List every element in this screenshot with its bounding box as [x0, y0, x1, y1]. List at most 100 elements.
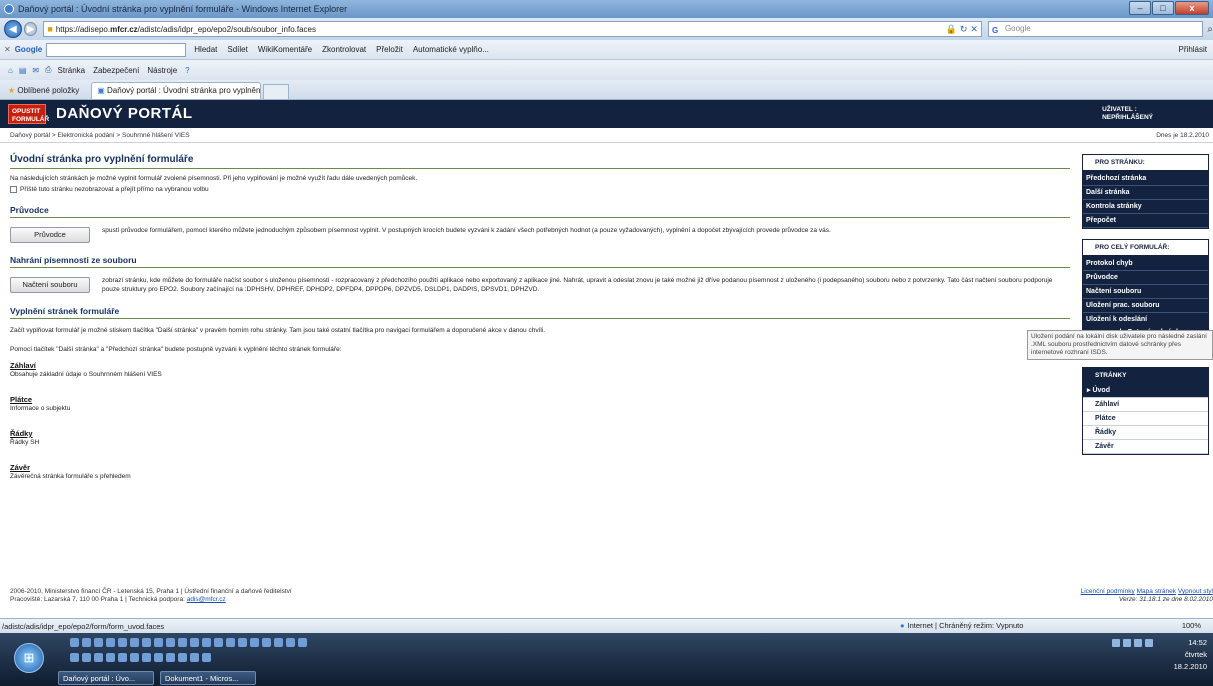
app-icon[interactable]	[130, 653, 139, 662]
app-icon[interactable]	[142, 653, 151, 662]
load-file-button[interactable]: Načtení souboru	[10, 277, 90, 293]
app-icon[interactable]	[178, 653, 187, 662]
guide-button[interactable]: Průvodce	[10, 227, 90, 243]
minimize-button[interactable]: –	[1129, 1, 1151, 15]
menu-tools[interactable]: Nástroje	[147, 66, 177, 75]
app-icon[interactable]	[82, 638, 91, 647]
tray-icon[interactable]	[1112, 639, 1120, 647]
app-icon[interactable]	[106, 653, 115, 662]
app-icon[interactable]	[70, 653, 79, 662]
app-icon[interactable]	[250, 638, 259, 647]
home-icon[interactable]: ⌂	[8, 66, 13, 75]
sidebar-guide-button[interactable]: Průvodce	[1083, 271, 1208, 285]
app-icon[interactable]	[166, 653, 175, 662]
search-input[interactable]: G Google	[987, 21, 1204, 37]
app-icon[interactable]	[94, 653, 103, 662]
breadcrumb[interactable]: Daňový portál > Elektronická podání > So…	[10, 132, 190, 139]
section-link-header[interactable]: Záhlaví	[10, 361, 1070, 370]
exit-form-button[interactable]: OPUSTIT FORMULÁŘ	[8, 104, 49, 124]
help-icon[interactable]: ?	[185, 66, 189, 75]
forward-button[interactable]: ▶	[23, 22, 38, 36]
google-search-input[interactable]	[46, 42, 187, 57]
app-icon[interactable]	[154, 638, 163, 647]
app-icon[interactable]	[82, 653, 91, 662]
lock-icon[interactable]: 🔒	[946, 24, 957, 35]
app-icon[interactable]	[262, 638, 271, 647]
taskbar-ie-window[interactable]: Daňový portál : Úvo...	[58, 671, 154, 685]
app-icon[interactable]	[118, 638, 127, 647]
mail-icon[interactable]: ✉	[32, 66, 39, 75]
menu-page[interactable]: Stránka	[58, 66, 86, 75]
browser-tab[interactable]: ▣ Daňový portál : Úvodní stránka pro vyp…	[91, 82, 262, 99]
tray-icon[interactable]	[1145, 639, 1153, 647]
app-icon[interactable]	[238, 638, 247, 647]
next-page-button[interactable]: Další stránka	[1083, 186, 1208, 200]
disable-style-link[interactable]: Vypnout styl	[1178, 588, 1213, 595]
menu-security[interactable]: Zabezpečení	[93, 66, 139, 75]
toolbar-translate[interactable]: Přeložit	[376, 45, 403, 54]
page-nav-conclusion[interactable]: Závěr	[1083, 440, 1208, 454]
section-link-rows[interactable]: Řádky	[10, 429, 1070, 438]
toolbar-share[interactable]: Sdílet	[227, 45, 247, 54]
start-button[interactable]: ⊞	[14, 643, 44, 673]
app-icon[interactable]	[202, 638, 211, 647]
toolbar-search[interactable]: Hledat	[194, 45, 217, 54]
favorites-button[interactable]: ★ Oblíbené položky	[8, 86, 79, 95]
sidebar-load-file-button[interactable]: Načtení souboru	[1083, 285, 1208, 299]
print-icon[interactable]: ⎙	[45, 65, 51, 75]
tray-icon[interactable]	[1123, 639, 1131, 647]
save-for-sending-button[interactable]: Uložení k odeslání	[1083, 313, 1208, 326]
section-link-payer[interactable]: Plátce	[10, 395, 1070, 404]
check-page-button[interactable]: Kontrola stránky	[1083, 200, 1208, 214]
page-nav-intro[interactable]: ▸ Úvod	[1083, 383, 1208, 398]
app-icon[interactable]	[286, 638, 295, 647]
app-icon[interactable]	[166, 638, 175, 647]
skip-checkbox[interactable]	[10, 186, 17, 193]
security-zone[interactable]: ● Internet | Chráněný režim: Vypnuto	[900, 621, 1023, 630]
address-bar[interactable]: ■ https://adisepo. mfcr.cz/adistc/adis/id…	[43, 21, 982, 37]
section-link-conclusion[interactable]: Závěr	[10, 463, 1070, 472]
zoom-level[interactable]: 100%	[1182, 621, 1201, 630]
error-log-button[interactable]: Protokol chyb	[1083, 257, 1208, 271]
save-work-file-button[interactable]: Uložení prac. souboru	[1083, 299, 1208, 313]
support-email-link[interactable]: adis@mfcr.cz	[187, 596, 226, 603]
page-nav-header[interactable]: Záhlaví	[1083, 398, 1208, 412]
app-icon[interactable]	[70, 638, 79, 647]
recalc-button[interactable]: Přepočet	[1083, 214, 1208, 228]
app-icon[interactable]	[274, 638, 283, 647]
taskbar-word-window[interactable]: Dokument1 - Micros...	[160, 671, 256, 685]
toolbar-autofill[interactable]: Automatické vyplňo...	[413, 45, 489, 54]
app-icon[interactable]	[118, 653, 127, 662]
app-icon[interactable]	[190, 638, 199, 647]
toolbar-check[interactable]: Zkontrolovat	[322, 45, 366, 54]
search-icon[interactable]: ⌕	[1207, 24, 1213, 35]
close-button[interactable]: x	[1175, 1, 1209, 15]
app-icon[interactable]	[178, 638, 187, 647]
app-icon[interactable]	[130, 638, 139, 647]
app-icon[interactable]	[298, 638, 307, 647]
app-icon[interactable]	[94, 638, 103, 647]
signin-link[interactable]: Přihlásit	[1179, 45, 1207, 54]
toolbar-wiki[interactable]: WikiKomentáře	[258, 45, 312, 54]
page-nav-payer[interactable]: Plátce	[1083, 412, 1208, 426]
sitemap-link[interactable]: Mapa stránek	[1137, 588, 1176, 595]
app-icon[interactable]	[202, 653, 211, 662]
app-icon[interactable]	[226, 638, 235, 647]
maximize-button[interactable]: □	[1152, 1, 1174, 15]
new-tab-button[interactable]	[263, 84, 290, 99]
feeds-icon[interactable]: ▤	[19, 66, 27, 75]
license-link[interactable]: Licenční podmínky	[1081, 588, 1135, 595]
prev-page-button[interactable]: Předchozí stránka	[1083, 172, 1208, 186]
app-icon[interactable]	[214, 638, 223, 647]
clock[interactable]: 14:52 čtvrtek 18.2.2010	[1174, 637, 1207, 673]
refresh-icon[interactable]: ↻	[960, 24, 968, 35]
tray-icon[interactable]	[1134, 639, 1142, 647]
app-icon[interactable]	[154, 653, 163, 662]
back-button[interactable]: ◀	[4, 20, 22, 38]
page-nav-rows[interactable]: Řádky	[1083, 426, 1208, 440]
app-icon[interactable]	[190, 653, 199, 662]
stop-icon[interactable]: ✕	[970, 24, 978, 35]
app-icon[interactable]	[142, 638, 151, 647]
app-icon[interactable]	[106, 638, 115, 647]
toolbar-close-icon[interactable]: ✕	[4, 45, 11, 54]
